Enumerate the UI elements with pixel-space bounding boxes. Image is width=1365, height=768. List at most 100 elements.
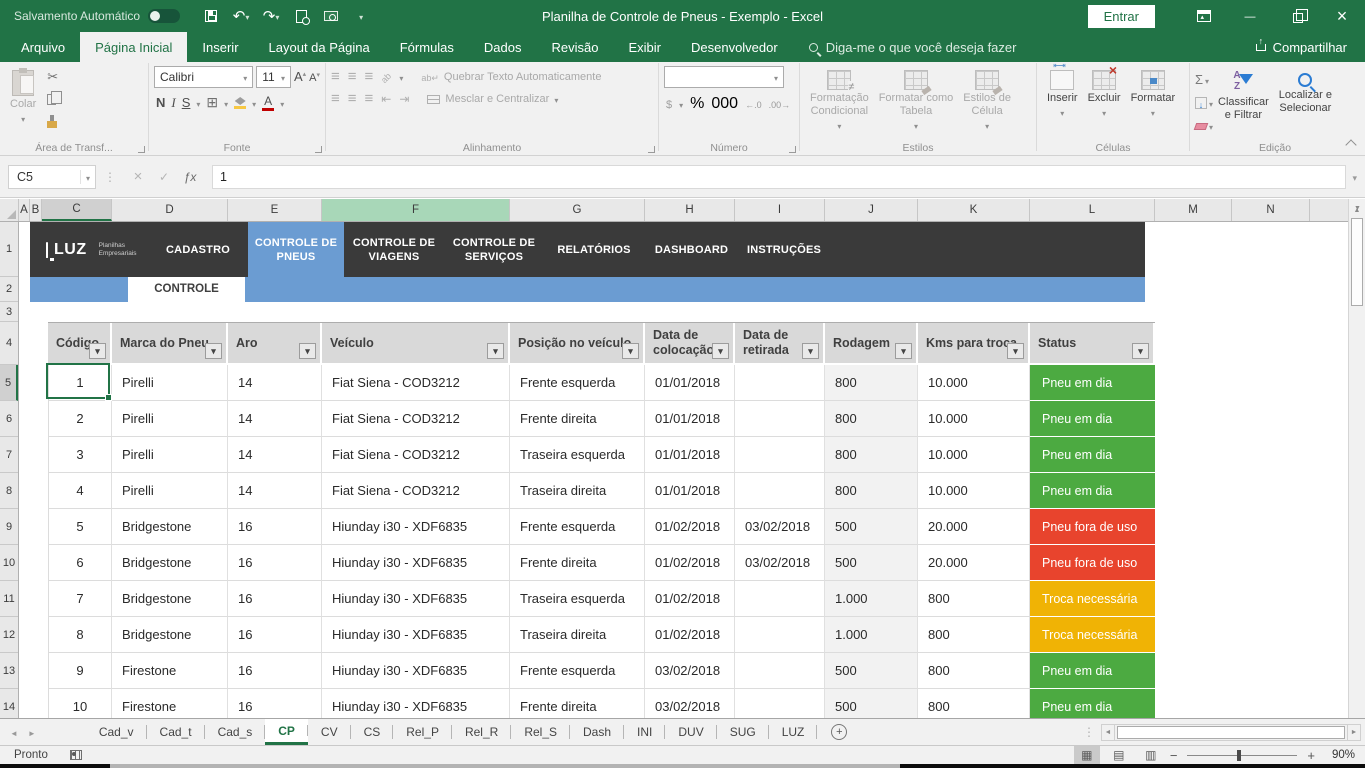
cut-button[interactable] xyxy=(47,66,62,88)
sheet-tab-cp[interactable]: CP xyxy=(265,719,308,745)
ribbon-tab-desenvolvedor[interactable]: Desenvolvedor xyxy=(676,32,793,62)
cell-aro[interactable]: 16 xyxy=(228,581,322,617)
cell-marca[interactable]: Firestone xyxy=(112,689,228,718)
filter-dropdown-button[interactable] xyxy=(802,343,819,359)
cell-codigo[interactable]: 3 xyxy=(48,437,112,473)
column-header-C[interactable]: C xyxy=(42,199,112,221)
ribbon-tab-inserir[interactable]: Inserir xyxy=(187,32,253,62)
orientation-button[interactable] xyxy=(381,68,391,86)
cell-veiculo[interactable]: Fiat Siena - COD3212 xyxy=(322,401,510,437)
align-center-button[interactable] xyxy=(348,90,357,108)
undo-button[interactable] xyxy=(228,4,254,28)
insert-function-button[interactable] xyxy=(178,165,202,189)
cell-codigo[interactable]: 5 xyxy=(48,509,112,545)
ribbon-tab-f-rmulas[interactable]: Fórmulas xyxy=(385,32,469,62)
cell-marca[interactable]: Bridgestone xyxy=(112,545,228,581)
cell-colocacao[interactable]: 01/02/2018 xyxy=(645,617,735,653)
filter-dropdown-button[interactable] xyxy=(712,343,729,359)
cell-veiculo[interactable]: Hiunday i30 - XDF6835 xyxy=(322,689,510,718)
cell-retirada[interactable]: 03/02/2018 xyxy=(735,545,825,581)
formula-input[interactable]: 1 xyxy=(212,165,1346,189)
fill-button[interactable] xyxy=(1195,92,1213,114)
confirm-entry-button[interactable] xyxy=(152,165,176,189)
sheet-tab-ini[interactable]: INI xyxy=(624,719,665,745)
bold-button[interactable] xyxy=(156,94,165,112)
cell-kms[interactable]: 10.000 xyxy=(918,437,1030,473)
dialog-launcher-icon[interactable] xyxy=(648,146,655,153)
filter-dropdown-button[interactable] xyxy=(622,343,639,359)
cell-colocacao[interactable]: 01/01/2018 xyxy=(645,401,735,437)
cell-colocacao[interactable]: 01/01/2018 xyxy=(645,365,735,401)
cancel-entry-button[interactable] xyxy=(126,165,150,189)
chevron-down-icon[interactable] xyxy=(280,94,284,112)
scroll-right-icon[interactable] xyxy=(1347,724,1361,741)
wrap-text-button[interactable]: Quebrar Texto Automaticamente xyxy=(421,68,601,86)
dialog-launcher-icon[interactable] xyxy=(789,146,796,153)
underline-button[interactable] xyxy=(182,94,191,112)
zoom-slider-thumb[interactable] xyxy=(1237,750,1241,761)
camera-button[interactable] xyxy=(318,4,344,28)
filter-dropdown-button[interactable] xyxy=(205,343,222,359)
cell-aro[interactable]: 14 xyxy=(228,473,322,509)
cell-colocacao[interactable]: 01/02/2018 xyxy=(645,509,735,545)
page-layout-view-button[interactable] xyxy=(1106,746,1132,764)
align-left-button[interactable] xyxy=(331,90,340,108)
cell-rodagem[interactable]: 800 xyxy=(825,437,918,473)
cell-rodagem[interactable]: 500 xyxy=(825,689,918,718)
cell-marca[interactable]: Pirelli xyxy=(112,401,228,437)
nav-item-dashboard[interactable]: DASHBOARD xyxy=(644,222,739,277)
cell-kms[interactable]: 10.000 xyxy=(918,473,1030,509)
cell-kms[interactable]: 10.000 xyxy=(918,365,1030,401)
cell-posicao[interactable]: Traseira direita xyxy=(510,473,645,509)
italic-button[interactable] xyxy=(171,94,175,112)
sheet-tab-rel-s[interactable]: Rel_S xyxy=(511,719,570,745)
copy-button[interactable] xyxy=(47,88,62,110)
status-badge[interactable]: Troca necessária xyxy=(1030,617,1155,653)
cell-posicao[interactable]: Frente direita xyxy=(510,689,645,718)
cell-aro[interactable]: 16 xyxy=(228,653,322,689)
cell-kms[interactable]: 800 xyxy=(918,581,1030,617)
cell-aro[interactable]: 16 xyxy=(228,509,322,545)
status-badge[interactable]: Troca necessária xyxy=(1030,581,1155,617)
column-header-G[interactable]: G xyxy=(510,199,645,221)
subnav-tab-controle[interactable]: CONTROLE xyxy=(128,277,245,302)
expand-formula-bar-icon[interactable] xyxy=(1352,168,1357,186)
filter-dropdown-button[interactable] xyxy=(1132,343,1149,359)
align-right-button[interactable] xyxy=(365,90,374,108)
tell-me-search[interactable]: Diga-me o que você deseja fazer xyxy=(809,32,1017,62)
cell-veiculo[interactable]: Hiunday i30 - XDF6835 xyxy=(322,653,510,689)
accounting-format-button[interactable] xyxy=(666,95,672,113)
column-header-L[interactable]: L xyxy=(1030,199,1155,221)
row-header-3[interactable]: 3 xyxy=(0,302,18,322)
filter-dropdown-button[interactable] xyxy=(487,343,504,359)
status-badge[interactable]: Pneu em dia xyxy=(1030,689,1155,718)
sheet-tab-cad-s[interactable]: Cad_s xyxy=(205,719,266,745)
font-color-button[interactable] xyxy=(262,95,274,111)
horizontal-scrollbar[interactable] xyxy=(1083,723,1361,741)
fill-color-button[interactable] xyxy=(234,97,246,109)
cell-kms[interactable]: 800 xyxy=(918,689,1030,718)
cell-veiculo[interactable]: Hiunday i30 - XDF6835 xyxy=(322,509,510,545)
nav-item-instru-es[interactable]: INSTRUÇÕES xyxy=(739,222,829,277)
sheet-tab-dash[interactable]: Dash xyxy=(570,719,624,745)
status-badge[interactable]: Pneu em dia xyxy=(1030,473,1155,509)
autosave-toggle[interactable] xyxy=(148,9,180,23)
decrease-decimal-button[interactable] xyxy=(769,95,791,113)
insert-cells-button[interactable]: Inserir xyxy=(1042,66,1083,139)
dialog-launcher-icon[interactable] xyxy=(315,146,322,153)
column-header-M[interactable]: M xyxy=(1155,199,1232,221)
zoom-in-button[interactable] xyxy=(1307,748,1315,763)
sort-filter-button[interactable]: Classificar e Filtrar xyxy=(1213,66,1274,139)
chevron-down-icon[interactable] xyxy=(224,94,228,112)
align-top-button[interactable] xyxy=(331,68,340,86)
increase-indent-button[interactable] xyxy=(399,90,409,108)
cell-codigo[interactable]: 2 xyxy=(48,401,112,437)
ribbon-display-options-button[interactable] xyxy=(1181,0,1227,32)
row-header-4[interactable]: 4 xyxy=(0,322,18,365)
next-sheet-icon[interactable] xyxy=(28,723,36,741)
cell-veiculo[interactable]: Hiunday i30 - XDF6835 xyxy=(322,545,510,581)
cell-rodagem[interactable]: 500 xyxy=(825,509,918,545)
macro-record-icon[interactable] xyxy=(70,750,82,760)
ribbon-tab-p-gina-inicial[interactable]: Página Inicial xyxy=(80,32,187,62)
cell-posicao[interactable]: Traseira direita xyxy=(510,617,645,653)
